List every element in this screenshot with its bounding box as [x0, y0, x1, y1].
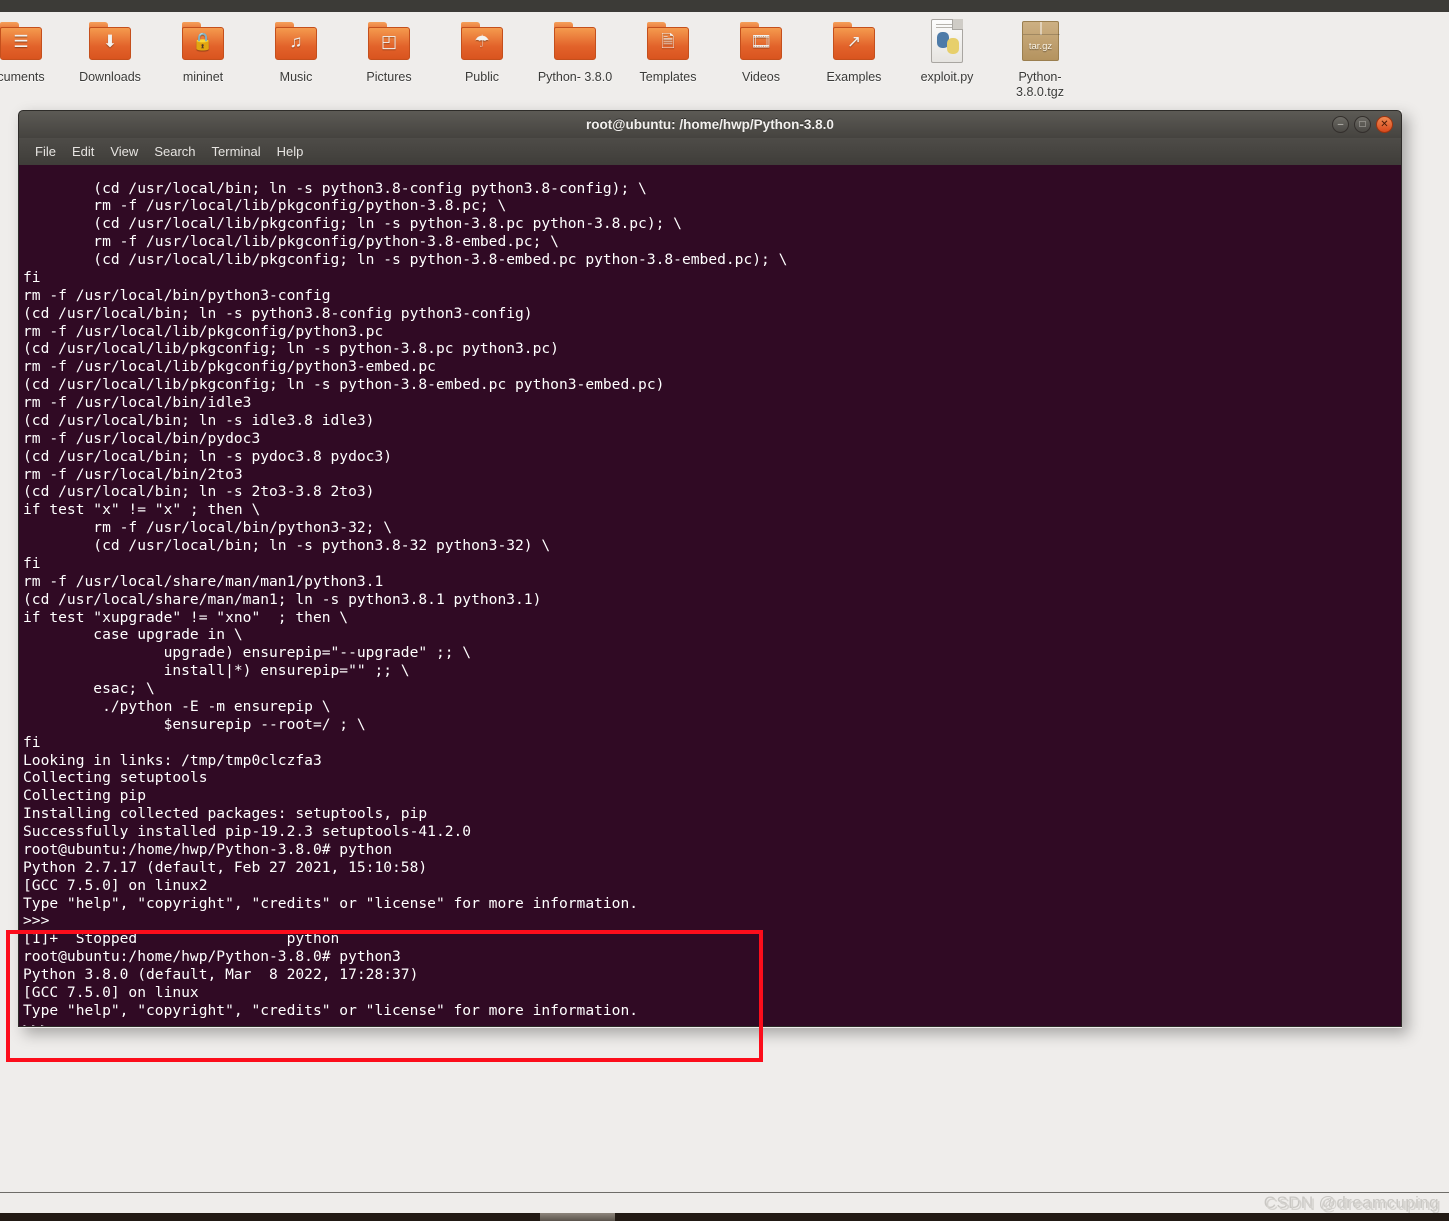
folder-inner-glyph: ↗ — [846, 32, 862, 52]
watermark-text-duplicate: CSDN @dreamcuping — [1265, 1195, 1441, 1214]
folder-inner-glyph: ☂ — [474, 32, 490, 52]
tar-gz-archive-icon: tar.gz — [1016, 18, 1064, 66]
taskbar-active-window-item[interactable] — [540, 1213, 615, 1221]
desktop-icon-label: exploit.py — [920, 70, 974, 84]
desktop-screen: ☰ cuments ⬇ Downloads 🔒 mininet ♫ Music ◰ Picture… — [0, 0, 1449, 1221]
folder-pictures-icon: ◰ — [365, 18, 413, 66]
folder-inner-glyph: ♫ — [289, 32, 303, 52]
menu-item-search[interactable]: Search — [146, 142, 203, 161]
folder-public-icon: ☂ — [458, 18, 506, 66]
folder-videos-icon: 🎞 — [737, 18, 785, 66]
menu-item-terminal[interactable]: Terminal — [204, 142, 269, 161]
folder-music-icon: ♫ — [272, 18, 320, 66]
menu-item-view[interactable]: View — [102, 142, 146, 161]
desktop-icon-label: Videos — [742, 70, 780, 84]
folder-templates-icon: 🗎 — [644, 18, 692, 66]
terminal-menubar: File Edit View Search Terminal Help — [18, 138, 1402, 165]
menu-item-help[interactable]: Help — [269, 142, 312, 161]
desktop-icon-python-3-8-0[interactable]: Python- 3.8.0 — [528, 18, 622, 85]
folder-inner-glyph: 🎞 — [750, 32, 772, 52]
terminal-window[interactable]: root@ubuntu: /home/hwp/Python-3.8.0 – □ … — [18, 110, 1402, 1028]
desktop-icon-label: Examples — [826, 70, 882, 84]
folder-inner-glyph: 🗎 — [661, 32, 675, 52]
bottom-divider — [0, 1192, 1449, 1193]
desktop-icon-music[interactable]: ♫ Music — [249, 18, 343, 85]
desktop-icon-videos[interactable]: 🎞 Videos — [714, 18, 808, 85]
folder-examples-icon: ↗ — [830, 18, 878, 66]
menu-item-edit[interactable]: Edit — [64, 142, 102, 161]
terminal-titlebar[interactable]: root@ubuntu: /home/hwp/Python-3.8.0 – □ … — [18, 110, 1402, 138]
desktop-icon-label: Downloads — [79, 70, 141, 84]
maximize-button[interactable]: □ — [1354, 116, 1371, 133]
menu-item-file[interactable]: File — [27, 142, 64, 161]
folder-inner-glyph: ⬇ — [102, 32, 118, 52]
desktop-icon-mininet[interactable]: 🔒 mininet — [156, 18, 250, 85]
desktop-icon-label: Python- 3.8.0 — [537, 70, 613, 84]
desktop-icon-label: Templates — [639, 70, 697, 84]
python-script-file-icon — [923, 18, 971, 66]
desktop-icon-examples[interactable]: ↗ Examples — [807, 18, 901, 85]
close-button[interactable]: ✕ — [1376, 116, 1393, 133]
desktop-icon-label: Music — [279, 70, 313, 84]
desktop-icon-pictures[interactable]: ◰ Pictures — [342, 18, 436, 85]
desktop-icon-downloads[interactable]: ⬇ Downloads — [63, 18, 157, 85]
folder-downloads-icon: ⬇ — [86, 18, 134, 66]
desktop-icon-exploit-py[interactable]: exploit.py — [900, 18, 994, 85]
minimize-button[interactable]: – — [1332, 116, 1349, 133]
unity-top-panel — [0, 0, 1449, 12]
folder-inner-glyph: ◰ — [380, 32, 398, 52]
archive-format-tag: tar.gz — [1028, 41, 1053, 52]
folder-python-380-icon — [551, 18, 599, 66]
bottom-taskbar — [0, 1213, 1449, 1221]
desktop-icon-label: Pictures — [366, 70, 412, 84]
window-title: root@ubuntu: /home/hwp/Python-3.8.0 — [586, 117, 834, 132]
terminal-output-area[interactable]: (cd /usr/local/bin; ln -s python3.8-conf… — [18, 165, 1402, 1027]
desktop-icon-label: Public — [464, 70, 500, 84]
desktop-icon-row: ☰ cuments ⬇ Downloads 🔒 mininet ♫ Music ◰ Picture… — [0, 12, 1449, 108]
folder-inner-glyph: 🔒 — [192, 32, 214, 52]
csdn-watermark: CSDN @dreamcuping CSDN @dreamcuping — [1264, 1193, 1441, 1214]
folder-mininet-icon: 🔒 — [179, 18, 227, 66]
window-controls: – □ ✕ — [1332, 116, 1393, 133]
desktop-icon-templates[interactable]: 🗎 Templates — [621, 18, 715, 85]
desktop-icon-python-3-8-0-tgz[interactable]: tar.gz Python- 3.8.0.tgz — [993, 18, 1087, 100]
desktop-icon-label: Python- 3.8.0.tgz — [1016, 70, 1064, 99]
folder-documents-icon: ☰ — [0, 18, 45, 66]
terminal-output-text: (cd /usr/local/bin; ln -s python3.8-conf… — [23, 179, 788, 1026]
desktop-icon-label: cuments — [0, 70, 45, 84]
desktop-icon-public[interactable]: ☂ Public — [435, 18, 529, 85]
desktop-icon-documents[interactable]: ☰ cuments — [0, 18, 68, 85]
folder-inner-glyph: ☰ — [13, 32, 29, 52]
desktop-icon-label: mininet — [182, 70, 224, 84]
